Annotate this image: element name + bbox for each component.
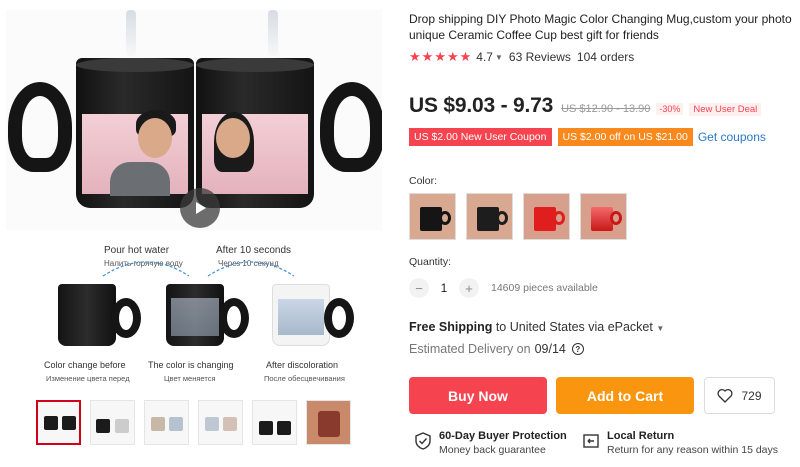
action-buttons: Buy Now Add to Cart 729 [409,377,775,414]
orders-count: 104 orders [576,50,635,64]
product-gallery: Pour hot water Налить горячую воду After… [0,0,390,467]
discount-badge: -30% [656,103,684,115]
thumbnail-5[interactable] [252,400,297,445]
shield-check-icon [415,432,431,450]
arrow-arc-icon [207,261,295,277]
original-price: US $12.90 - 13.90 [561,103,651,115]
color-change-steps: Pour hot water Налить горячую воду After… [6,240,382,390]
buy-now-button[interactable]: Buy Now [409,377,547,414]
delivery-date: 09/14 [534,342,566,356]
delivery-estimate: Estimated Delivery on 09/14 ? [409,342,584,356]
star-icon: ★ [421,49,434,64]
thumbnail-strip [36,400,351,445]
mug-handle [8,82,72,172]
caption-after: After discoloration [266,360,339,370]
thumbnail-1[interactable] [36,400,81,445]
quantity-value[interactable]: 1 [429,281,459,295]
star-icon: ★ [459,49,472,64]
mug-left [76,58,194,208]
play-icon [196,202,206,214]
color-option-red-gradient[interactable] [580,193,627,240]
protection-subtitle: Money back guarantee [439,444,546,456]
rating-row: ★ ★ ★ ★ ★ 4.7 ▼ 63 Reviews 104 orders [409,50,635,65]
quantity-increase-button[interactable]: + [459,278,479,298]
color-option-black-alt[interactable] [466,193,513,240]
reviews-link[interactable]: 63 Reviews [509,50,571,64]
thumbnail-4[interactable] [198,400,243,445]
protection-title: 60-Day Buyer Protection [439,430,567,442]
mug-handle [324,298,354,338]
water-stream [126,10,136,56]
thumbnail-2[interactable] [90,400,135,445]
mug-before [58,284,116,346]
shipping-method[interactable]: to United States via ePacket [496,320,653,334]
thumbnail-6[interactable] [306,400,351,445]
caption-before: Color change before [44,360,126,370]
free-shipping-label: Free Shipping [409,320,493,334]
rating-stars: ★ ★ ★ ★ ★ [409,50,471,64]
chevron-down-icon[interactable]: ▼ [656,324,664,333]
mug-handle [219,298,249,338]
color-label: Color: [409,175,438,187]
mug-right [196,58,314,208]
wishlist-button[interactable]: 729 [704,377,775,414]
return-box-icon [583,434,599,448]
star-icon: ★ [409,49,421,64]
color-option-red[interactable] [523,193,570,240]
wishlist-count: 729 [741,388,762,403]
water-stream [268,10,278,56]
heart-icon [717,388,734,403]
product-title: Drop shipping DIY Photo Magic Color Chan… [409,12,792,42]
thumbnail-3[interactable] [144,400,189,445]
caption-after-ru: После обесцвечивания [264,374,345,383]
help-icon[interactable]: ? [571,343,584,355]
return-subtitle: Return for any reason within 15 days [607,444,779,456]
rating-value[interactable]: 4.7 [476,50,493,64]
add-to-cart-button[interactable]: Add to Cart [556,377,694,414]
mug-handle [111,298,141,338]
main-product-image[interactable] [6,10,382,230]
buyer-protection[interactable]: 60-Day Buyer Protection Money back guara… [414,430,567,457]
caption-changing-ru: Цвет меняется [164,374,216,383]
current-price: US $9.03 - 9.73 [409,94,554,117]
available-stock: 14609 pieces available [491,282,598,294]
quantity-label: Quantity: [409,256,452,268]
color-swatches [409,193,627,240]
mug-handle [320,82,382,172]
mug-changing [166,284,224,346]
return-title: Local Return [607,430,675,442]
price-row: US $9.03 - 9.73 US $12.90 - 13.90 -30% N… [409,94,762,118]
get-coupons-link[interactable]: Get coupons [698,130,766,144]
shipping-info: Free Shipping to United States via ePack… [409,320,664,334]
color-option-black[interactable] [409,193,456,240]
mug-after [272,284,330,346]
store-coupon[interactable]: US $2.00 off on US $21.00 [557,128,693,146]
arrow-arc-icon [102,261,190,277]
star-icon: ★ [446,49,459,64]
caption-changing: The color is changing [148,360,234,370]
quantity-decrease-button[interactable]: − [409,278,429,298]
new-user-deal-badge: New User Deal [689,103,762,116]
local-return[interactable]: Local Return Return for any reason withi… [582,430,778,457]
coupon-row: US $2.00 New User Coupon US $2.00 off on… [409,128,766,146]
new-user-coupon[interactable]: US $2.00 New User Coupon [409,128,552,146]
delivery-label: Estimated Delivery on [409,342,531,356]
chevron-down-icon[interactable]: ▼ [495,53,503,62]
quantity-stepper: − 1 + 14609 pieces available [409,278,598,298]
caption-before-ru: Изменение цвета перед [46,374,130,383]
play-video-button[interactable] [180,188,220,228]
star-icon: ★ [434,49,446,64]
